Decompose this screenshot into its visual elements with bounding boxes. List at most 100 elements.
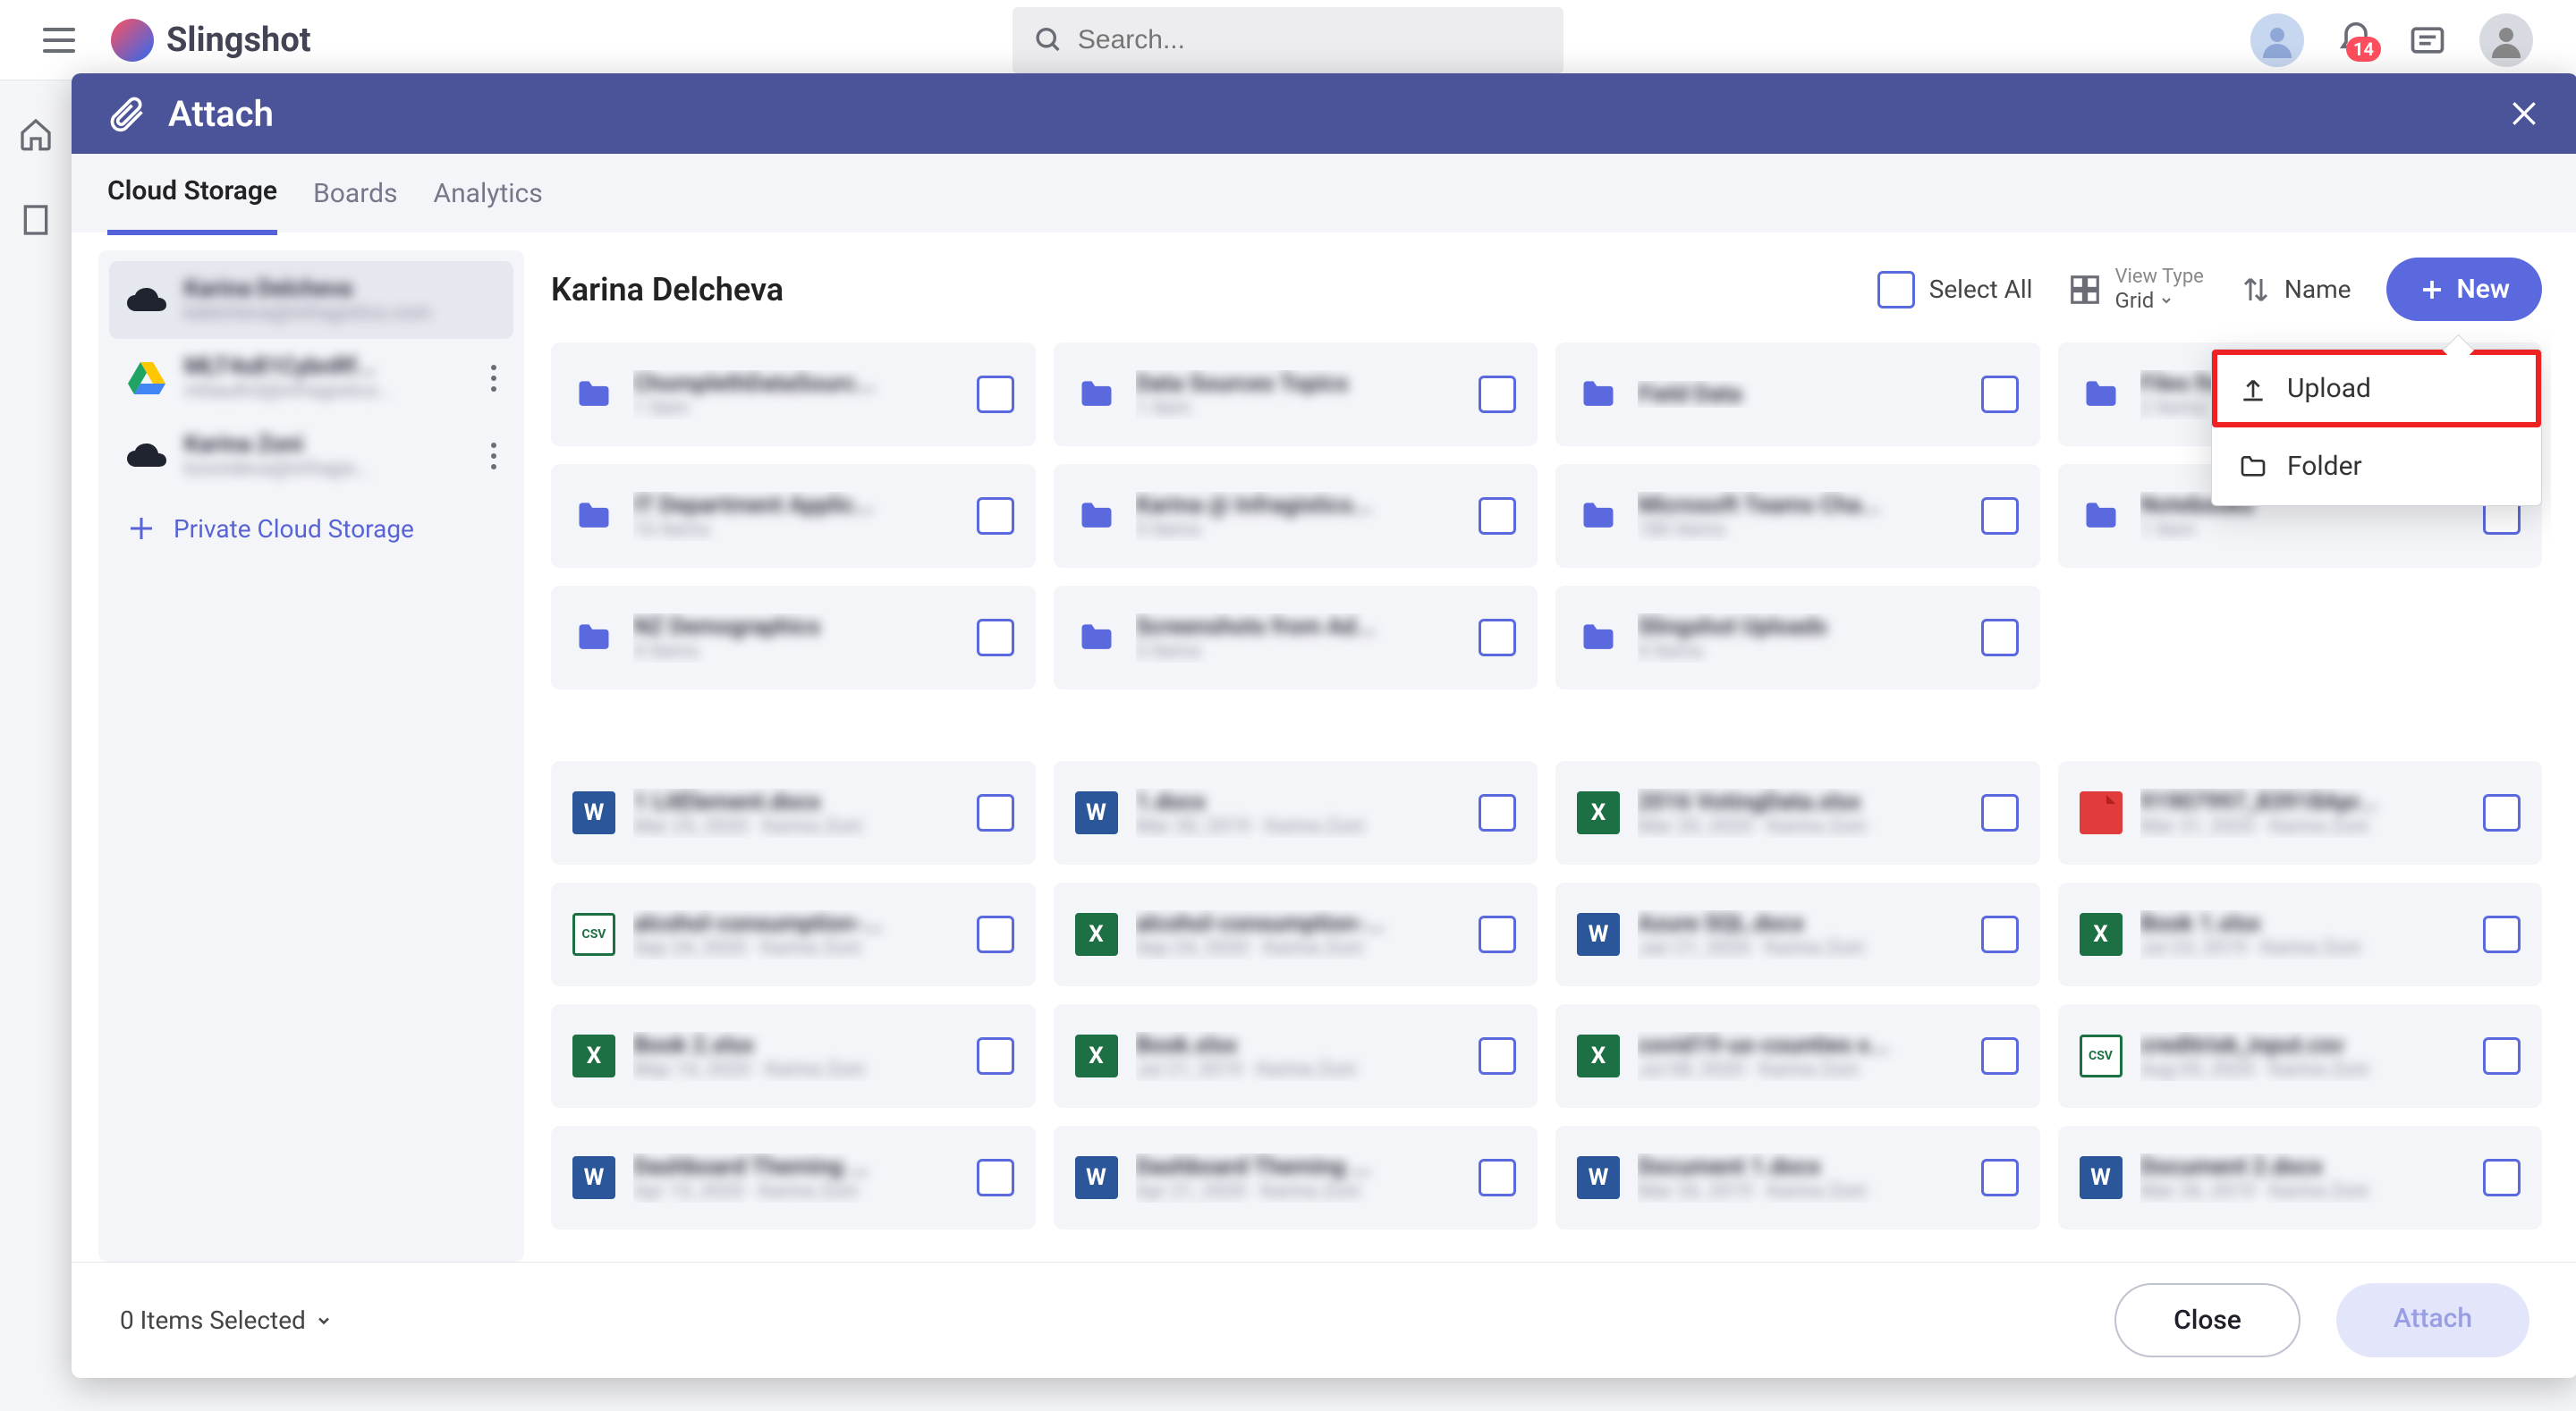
file-checkbox[interactable] (1981, 1159, 2019, 1196)
file-card[interactable]: ChomplethDataSourc...1 Item (551, 342, 1036, 446)
sort-control[interactable]: Name (2240, 274, 2351, 306)
file-card[interactable]: Slingshot Uploads4 Items (1555, 586, 2040, 689)
file-name: Field Data (1638, 381, 1963, 408)
tab-cloud-storage[interactable]: Cloud Storage (107, 152, 277, 235)
user-assist-avatar[interactable] (2250, 13, 2304, 67)
file-meta: 5 Items (1136, 519, 1462, 541)
search-input[interactable] (1078, 25, 1542, 55)
search-icon (1034, 24, 1063, 56)
file-checkbox[interactable] (2483, 794, 2521, 832)
storage-account-onedrive-1[interactable]: Karina Delcheva kdelcheva@infragistics.c… (109, 261, 513, 339)
file-checkbox[interactable] (1479, 1159, 1516, 1196)
file-card[interactable]: WDashboard Theming ...Apr 21, 2020 · Kar… (1054, 1126, 1538, 1229)
app-logo[interactable]: Slingshot (111, 19, 311, 62)
close-dialog-button[interactable]: Close (2114, 1283, 2301, 1357)
notifications-button[interactable]: 14 (2336, 21, 2376, 60)
attach-button[interactable]: Attach (2336, 1283, 2529, 1357)
file-card[interactable]: WDocument 1.docxMar 26, 2019 · Karina Zo… (1555, 1126, 2040, 1229)
file-checkbox[interactable] (977, 1037, 1014, 1075)
file-card[interactable]: X2016 VotingData.xlsxMar 20, 2020 · Kari… (1555, 761, 2040, 865)
file-card[interactable]: NZ Demographics4 Items (551, 586, 1036, 689)
tab-boards[interactable]: Boards (313, 155, 397, 232)
profile-avatar[interactable] (2479, 13, 2533, 67)
file-checkbox[interactable] (2483, 916, 2521, 953)
file-meta: 4 Items (1638, 640, 1963, 663)
file-checkbox[interactable] (1479, 376, 1516, 413)
file-card[interactable]: WAzure SQL.docxJan 21, 2020 · Karina Zon… (1555, 883, 2040, 986)
file-checkbox[interactable] (1479, 1037, 1516, 1075)
dropdown-folder-label: Folder (2287, 451, 2362, 482)
file-checkbox[interactable] (977, 497, 1014, 535)
file-checkbox[interactable] (1981, 916, 2019, 953)
add-storage-label: Private Cloud Storage (174, 514, 414, 544)
file-checkbox[interactable] (1981, 619, 2019, 656)
file-name: covid19-us-counties x... (1638, 1032, 1963, 1059)
file-checkbox[interactable] (1981, 1037, 2019, 1075)
file-checkbox[interactable] (2483, 1159, 2521, 1196)
file-checkbox[interactable] (1479, 497, 1516, 535)
dropdown-upload[interactable]: Upload (2212, 350, 2541, 427)
file-checkbox[interactable] (977, 1159, 1014, 1196)
file-checkbox[interactable] (1479, 916, 1516, 953)
dropdown-folder[interactable]: Folder (2212, 427, 2541, 505)
select-all-control[interactable]: Select All (1877, 271, 2033, 308)
file-checkbox[interactable] (977, 619, 1014, 656)
items-selected-indicator[interactable]: 0 Items Selected (120, 1305, 333, 1335)
new-button[interactable]: New (2386, 258, 2542, 321)
file-card[interactable]: 91907997_83918Apr...Mar 31, 2020 · Karin… (2058, 761, 2543, 865)
file-checkbox[interactable] (1479, 619, 1516, 656)
file-card[interactable]: Xcovid19-us-counties x...Jul 08, 2020 · … (1555, 1004, 2040, 1108)
messages-button[interactable] (2408, 21, 2447, 60)
file-card[interactable]: Microsoft Teams Cha...180 Items (1555, 464, 2040, 568)
file-card[interactable]: XBook 1.xlsxJul 23, 2019 · Karina Zoni (2058, 883, 2543, 986)
file-checkbox[interactable] (1981, 497, 2019, 535)
file-card[interactable]: XBook.xlsxJul 21, 2019 · Karina Zoni (1054, 1004, 1538, 1108)
home-icon[interactable] (18, 116, 54, 152)
file-card[interactable]: Field Data (1555, 342, 2040, 446)
dialog-title: Attach (168, 93, 274, 135)
storage-account-gdrive[interactable]: MLT4s81CybnRf... mltauth3@infragistics..… (109, 339, 513, 417)
file-name: Dashboard Theming ... (633, 1153, 959, 1180)
close-button[interactable] (2506, 96, 2542, 131)
file-meta: Jul 21, 2019 · Karina Zoni (1136, 1059, 1462, 1081)
file-card[interactable]: XBook 2.xlsxMay 14, 2020 · Karina Zoni (551, 1004, 1036, 1108)
file-checkbox[interactable] (977, 794, 1014, 832)
file-card[interactable]: CSVcreditrisk_input.csvAug 05, 2020 · Ka… (2058, 1004, 2543, 1108)
tab-analytics[interactable]: Analytics (434, 155, 543, 232)
file-meta: Mar 20, 2020 · Karina Zoni (1638, 815, 1963, 838)
file-meta: Jul 08, 2020 · Karina Zoni (1638, 1059, 1963, 1081)
file-checkbox[interactable] (1981, 376, 2019, 413)
building-icon[interactable] (18, 202, 54, 238)
file-card[interactable]: Data Sources Topics1 Item (1054, 342, 1538, 446)
file-meta: Jul 23, 2019 · Karina Zoni (2140, 937, 2466, 959)
file-card[interactable]: WDashboard Theming ...Apr 15, 2020 · Kar… (551, 1126, 1036, 1229)
account-more-button[interactable] (490, 442, 497, 470)
file-card[interactable]: CSValcohol-consumption-...Sep 24, 2020 ·… (551, 883, 1036, 986)
file-checkbox[interactable] (977, 376, 1014, 413)
file-checkbox[interactable] (977, 916, 1014, 953)
file-name: 2016 VotingData.xlsx (1638, 789, 1963, 815)
cloud-storage-sidebar: Karina Delcheva kdelcheva@infragistics.c… (98, 250, 524, 1262)
file-card[interactable]: WDocument 2.docxMar 26, 2019 · Karina Zo… (2058, 1126, 2543, 1229)
add-private-cloud-storage[interactable]: Private Cloud Storage (109, 494, 513, 562)
view-type-selector[interactable]: View Type Grid (2068, 266, 2203, 313)
search-box[interactable] (1013, 7, 1563, 73)
file-checkbox[interactable] (1981, 794, 2019, 832)
file-checkbox[interactable] (2483, 1037, 2521, 1075)
account-name: Karina Delcheva (184, 275, 497, 302)
file-name: Book 2.xlsx (633, 1032, 959, 1059)
file-name: Book.xlsx (1136, 1032, 1462, 1059)
file-card[interactable]: Screenshots from Ad...3 Items (1054, 586, 1538, 689)
file-card[interactable]: Karina @ Infragistics...5 Items (1054, 464, 1538, 568)
storage-account-onedrive-2[interactable]: Karina Zoni kzonideva@infragis... (109, 417, 513, 494)
select-all-checkbox[interactable] (1877, 271, 1915, 308)
file-card[interactable]: W1.docxMar 30, 2019 · Karina Zoni (1054, 761, 1538, 865)
file-card[interactable]: W1 LitElement.docxMar 25, 2020 · Karina … (551, 761, 1036, 865)
file-card[interactable]: IT Department Applic...16 Items (551, 464, 1036, 568)
file-card[interactable]: Xalcohol-consumption-...Sep 24, 2020 · K… (1054, 883, 1538, 986)
account-more-button[interactable] (490, 364, 497, 393)
file-meta: 180 Items (1638, 519, 1963, 541)
file-name: 91907997_83918Apr... (2140, 789, 2466, 815)
file-checkbox[interactable] (1479, 794, 1516, 832)
hamburger-icon[interactable] (43, 19, 86, 62)
